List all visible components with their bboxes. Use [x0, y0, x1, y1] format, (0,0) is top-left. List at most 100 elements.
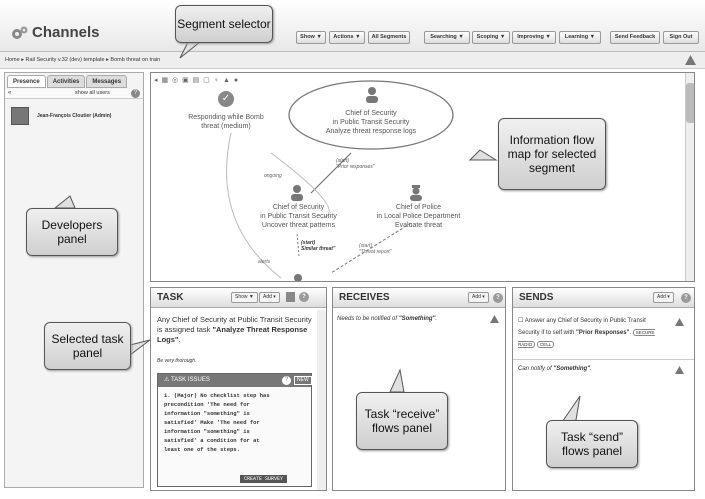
warning-icon[interactable] [685, 55, 696, 65]
show-all-users-link[interactable]: show all users [75, 90, 110, 96]
task-panel-title: TASK [157, 292, 184, 303]
print-icon[interactable] [286, 292, 295, 302]
node2-line3: Analyze threat response logs [325, 128, 417, 135]
issue-line: information "something" is [164, 428, 250, 435]
task-scrollbar[interactable] [317, 310, 326, 490]
node4-line2: in Local Police Department [376, 213, 461, 220]
show-menu-button[interactable]: Show ▼ [296, 31, 326, 44]
breadcrumb-home[interactable]: Home [5, 57, 20, 63]
task-text-end: . [178, 335, 181, 344]
help-icon[interactable]: ? [493, 293, 503, 303]
receive-flow-item[interactable]: Needs to be notified of "Something". [337, 316, 487, 322]
help-icon[interactable]: ? [131, 89, 140, 98]
edge-similar-threat[interactable]: (start) Similar threat" [301, 240, 335, 252]
node-analyze-logs[interactable]: Chief of Security in Public Transit Secu… [301, 109, 441, 136]
receives-panel-title: RECEIVES [339, 292, 390, 303]
issue-line: precondition 'The need for [164, 401, 250, 408]
node-responding-line2: threat (medium) [201, 123, 251, 130]
create-survey-button[interactable]: CREATE SURVEY [240, 475, 288, 483]
callout-receive-flows: Task “receive” flows panel [356, 392, 448, 450]
tab-activities[interactable]: Activities [46, 75, 86, 88]
send-flow-item[interactable]: ☐ Answer any Chief of Security in Public… [518, 316, 668, 351]
node4-line1: Chief of Police [395, 204, 442, 211]
collapse-icon[interactable]: « [8, 90, 11, 96]
learning-menu-button[interactable]: Learning ▼ [559, 31, 601, 44]
node3-line1: Chief of Security [272, 204, 325, 211]
edge3-label: Similar threat" [301, 246, 336, 252]
edge-alerts[interactable]: alerts [258, 259, 270, 265]
header-bar [0, 0, 705, 52]
breadcrumb: Home ▸ Rail Security v.32 (dev) template… [0, 52, 705, 69]
actions-menu-button[interactable]: Actions ▼ [329, 31, 365, 44]
help-icon[interactable]: ? [282, 376, 291, 385]
breadcrumb-segment[interactable]: Bomb threat on train [110, 57, 160, 63]
callout-selected-task: Selected task panel [44, 322, 131, 370]
task-note: Be very thorough. [157, 358, 197, 364]
node3-line2: in Public Transit Security [260, 213, 337, 220]
task-add-button[interactable]: Add ▾ [259, 292, 280, 303]
sends-panel-title: SENDS [519, 292, 554, 303]
node-evaluate-threat[interactable]: Chief of Police in Local Police Departme… [356, 203, 481, 230]
send-text-end: . [590, 366, 592, 372]
send-text: Can notify of [518, 366, 554, 372]
issue-line: least one of the steps. [164, 446, 240, 453]
medium-tag[interactable]: CELL [536, 341, 555, 348]
improving-menu-button[interactable]: Improving ▼ [512, 31, 556, 44]
flow-map[interactable]: ◂ ▦ ◎ ▣ ▤ ▢ ♀ ▲ ● ✓ Responding while Bom… [150, 72, 695, 282]
edge-prior-responses[interactable]: (start) "Prior responses" [336, 158, 375, 170]
node4-line3: Evaluate threat [394, 222, 443, 229]
sends-add-button[interactable]: Add ▾ [653, 292, 674, 303]
all-segments-button[interactable]: All Segments [368, 31, 410, 44]
send-feedback-button[interactable]: Send Feedback [610, 31, 660, 44]
edge-threat-report[interactable]: (start) "Threat report" [359, 243, 391, 255]
issue-list: 1. (Major) No checklist step has precond… [158, 387, 311, 458]
user-avatar [11, 107, 29, 125]
app-logo: Channels [10, 24, 100, 41]
task-show-button[interactable]: Show ▼ [231, 292, 258, 303]
receives-panel: RECEIVES Add ▾ ? Needs to be notified of… [332, 287, 506, 491]
app-title: Channels [32, 24, 100, 41]
receive-text: Needs to be notified of [337, 316, 399, 322]
warning-icon: ⚠ [164, 377, 170, 383]
task-description[interactable]: Any Chief of Security at Public Transit … [157, 315, 317, 345]
receives-panel-header: RECEIVES Add ▾ ? [333, 288, 505, 308]
scoping-menu-button[interactable]: Scoping ▼ [472, 31, 510, 44]
task-panel-header: TASK Show ▼ Add ▾ ? [151, 288, 326, 308]
edge-ongoing[interactable]: ongoing [264, 173, 282, 179]
breadcrumb-plan[interactable]: Rail Security v.32 (dev) template [26, 57, 105, 63]
warning-icon[interactable] [675, 318, 684, 326]
checkbox-icon[interactable]: ☐ [518, 318, 523, 324]
task-panel: TASK Show ▼ Add ▾ ? Any Chief of Securit… [150, 287, 327, 491]
send-flow-item[interactable]: Can notify of "Something". [518, 366, 668, 372]
tab-presence[interactable]: Presence [7, 75, 46, 88]
send-info-name: "Prior Responses" [576, 330, 630, 336]
users-filter-bar: « show all users ? [5, 89, 143, 99]
node2-line1: Chief of Security [345, 110, 397, 117]
searching-menu-button[interactable]: Searching ▼ [424, 31, 470, 44]
callout-segment-selector: Segment selector [175, 5, 273, 43]
user-name[interactable]: Jean-François Cloutier (Admin) [37, 113, 111, 119]
tab-messages[interactable]: Messages [86, 75, 128, 88]
edge1-label: "Prior responses" [336, 164, 375, 170]
callout-send-flows: Task “send” flows panel [546, 420, 638, 468]
sign-out-button[interactable]: Sign Out [663, 31, 699, 44]
receive-info-name: "Something" [398, 316, 436, 322]
warning-icon[interactable] [490, 315, 499, 323]
developers-panel: Presence Activities Messages « show all … [4, 72, 144, 488]
receives-add-button[interactable]: Add ▾ [468, 292, 489, 303]
help-icon[interactable]: ? [299, 292, 309, 302]
issue-line: information "something" is [164, 410, 250, 417]
edge4-label: "Threat report" [359, 249, 392, 255]
new-badge: NEW [294, 376, 312, 385]
flow-map-edges [226, 80, 454, 281]
receive-text-end: . [435, 316, 438, 322]
task-issues-box: ⚠ TASK ISSUES ? NEW 1. (Major) No checkl… [157, 373, 312, 487]
callout-information-flow: Information flow map for selected segmen… [498, 118, 606, 190]
help-icon[interactable]: ? [681, 293, 691, 303]
map-scrollbar[interactable] [685, 73, 694, 281]
divider [513, 359, 694, 360]
warning-icon[interactable] [675, 366, 684, 374]
node-uncover-patterns[interactable]: Chief of Security in Public Transit Secu… [231, 203, 366, 230]
node-responding[interactable]: Responding while Bomb threat (medium) [171, 113, 281, 131]
segment-event-icon[interactable]: ✓ [218, 91, 234, 107]
